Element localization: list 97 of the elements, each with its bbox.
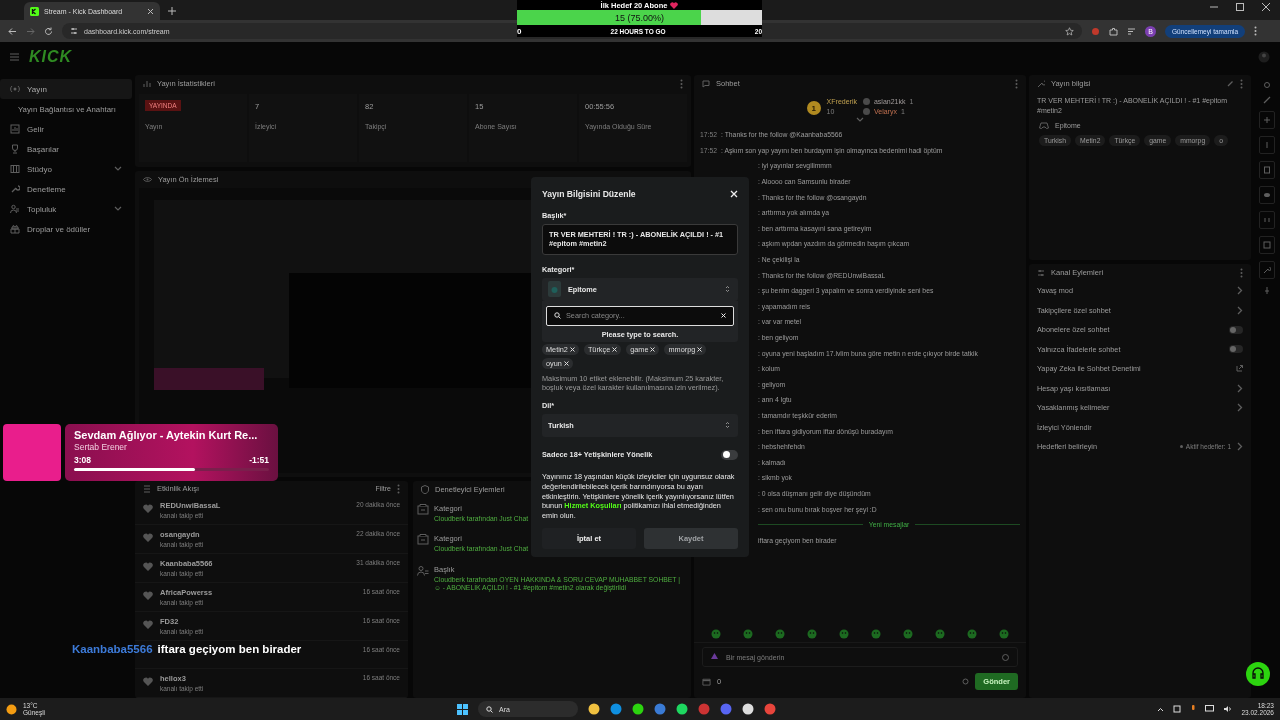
remaining-time: -1:51 [249,455,269,465]
more-icon [397,483,400,494]
remove-icon[interactable] [612,346,618,352]
sidebar-item[interactable]: Yayın [0,79,132,99]
volume-icon[interactable] [1223,705,1233,713]
album-art [3,424,61,481]
folder-icon [417,504,429,516]
sidebar-item[interactable]: Droplar ve ödüller [0,219,132,239]
chevron-up-icon[interactable] [1157,706,1165,712]
shield-icon [421,485,429,494]
close-icon[interactable] [147,7,154,15]
support-button[interactable] [1246,662,1270,686]
minimize-icon[interactable] [1210,3,1218,11]
select-arrows-icon [725,421,730,430]
remove-icon[interactable] [650,346,656,352]
heart-icon [143,562,153,572]
tool-button[interactable] [1259,186,1275,204]
more-icon [1015,78,1018,89]
chevron-right-icon [1236,442,1243,452]
extension-icon[interactable] [1091,26,1100,36]
more-icon [1240,78,1243,89]
chevron-down-icon [114,166,122,172]
remove-icon[interactable] [721,313,726,319]
search-icon [554,312,561,320]
toggle-switch[interactable] [721,449,738,460]
user-edit-icon [417,564,429,577]
app-icon[interactable] [588,703,601,715]
mic-icon[interactable] [1190,705,1197,713]
media-icon[interactable] [1127,26,1136,36]
goal-progress-text: 15 (75.00%) [614,11,665,25]
search-icon [486,705,494,713]
chevron-down-icon [114,206,122,212]
kick-logo[interactable]: KICK [29,48,73,66]
heart-icon [143,677,153,686]
toggle-switch[interactable] [1229,345,1243,354]
chevron-down-icon[interactable] [856,117,864,123]
sun-icon [6,703,17,715]
sidebar-item[interactable]: Denetleme [0,179,132,199]
dialog-title: Yayın Bilgisini Düzenle [542,189,636,199]
layout-icon [10,164,20,174]
new-tab-icon[interactable] [168,7,176,15]
trophy-icon [10,144,20,154]
heart-icon [143,591,153,601]
heart-icon [670,1,679,9]
app-icon[interactable] [632,703,645,715]
folder-icon [417,534,429,547]
elapsed-time: 3:08 [74,455,91,465]
heart-icon [143,504,153,514]
star-icon[interactable] [1065,26,1074,36]
broadcast-icon [10,84,20,94]
more-icon [680,78,683,89]
overlay-username: Kaanbaba5566 [72,643,153,655]
sidebar-item[interactable]: Stüdyo [0,159,132,179]
list-icon [143,484,151,493]
eye-icon [143,176,152,183]
game-thumbnail [548,281,561,298]
pencil-icon[interactable] [1263,96,1271,104]
goal-start: 0 [517,26,522,36]
remove-icon[interactable] [563,360,569,366]
chart-icon [10,124,20,134]
heart-icon [143,620,153,630]
remove-icon[interactable] [569,346,575,352]
windows-start-icon[interactable] [457,703,469,715]
external-link-icon [1236,365,1243,373]
sidebar-item[interactable]: Başarılar [0,139,132,159]
back-icon[interactable] [8,26,17,36]
overlay-message: iftara geçiyom ben birader [157,643,302,655]
kick-favicon-icon [30,6,39,16]
artist-name: Sertab Erener [74,442,128,452]
close-icon[interactable] [1262,3,1270,11]
more-icon [1254,26,1258,36]
rank-medal: 1 [806,101,821,115]
pencil-icon[interactable] [1227,80,1234,87]
chat-icon [702,79,710,88]
select-arrows-icon [725,285,730,294]
toggle-switch[interactable] [1229,325,1243,334]
app-icon[interactable] [676,703,689,715]
sidebar-item[interactable]: Topluluk [0,199,132,219]
song-title: Sevdam Ağlıyor - Aytekin Kurt Re... [74,429,259,441]
chart-icon [143,79,151,88]
network-icon[interactable] [1205,705,1215,713]
remove-icon[interactable] [697,346,703,352]
app-icon[interactable] [742,703,755,715]
site-info-icon [70,27,78,35]
sliders-icon [1037,268,1045,277]
sidebar-item[interactable]: Gelir [0,119,132,139]
gamepad-icon [1039,120,1049,130]
tool-button[interactable] [1259,161,1275,179]
more-icon [1240,267,1243,278]
heart-icon [143,533,153,543]
tool-button[interactable] [1259,261,1275,279]
dot-icon [1179,445,1183,449]
people-icon [10,204,20,214]
forward-icon[interactable] [26,26,35,36]
maximize-icon[interactable] [1236,3,1244,11]
reload-icon[interactable] [44,26,53,36]
avatar-icon[interactable] [1258,51,1270,63]
